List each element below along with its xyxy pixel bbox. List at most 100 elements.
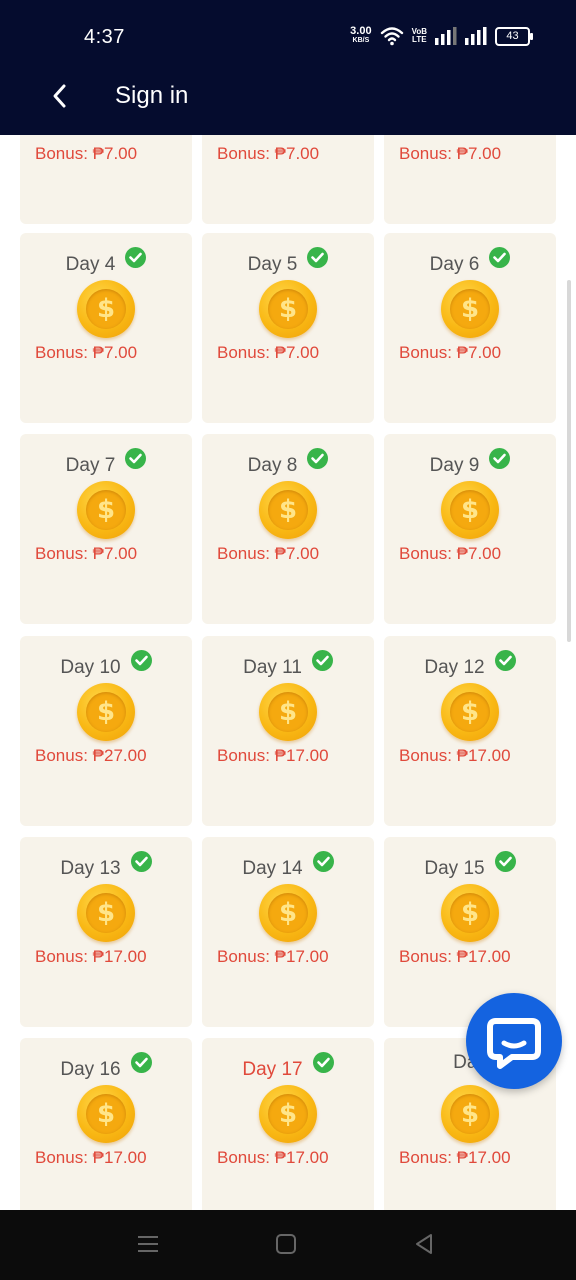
network-speed: 3.00 KB/S — [350, 26, 371, 46]
coin-icon: $ — [441, 683, 499, 741]
coin-icon: $ — [259, 683, 317, 741]
bonus-label: Bonus: ₱17.00 — [399, 746, 511, 765]
check-circle-icon — [312, 1052, 334, 1073]
day-label-row: Day 10 — [20, 650, 192, 679]
bonus-label: Bonus: ₱7.00 — [399, 343, 502, 362]
day-card[interactable]: Day 4 $ Bonus: ₱7.00 — [20, 233, 192, 423]
day-card-partial[interactable]: Bonus: ₱7.00 — [384, 135, 556, 224]
day-card[interactable]: Day 12 $ Bonus: ₱17.00 — [384, 636, 556, 826]
day-card[interactable]: Day 14 $ Bonus: ₱17.00 — [202, 837, 374, 1027]
app-header: 4:37 3.00 KB/S VoB LTE 43 Sign in — [0, 0, 576, 135]
day-label: Day 4 — [65, 254, 116, 275]
day-card[interactable]: Day 17 $ Bonus: ₱17.00 — [202, 1038, 374, 1210]
coin-icon: $ — [441, 1085, 499, 1143]
coin-symbol: $ — [86, 1094, 126, 1134]
coin-symbol: $ — [450, 1094, 490, 1134]
chat-button[interactable] — [466, 993, 562, 1089]
signal-icon-2 — [465, 27, 487, 45]
home-square-icon[interactable] — [274, 1232, 298, 1256]
day-card[interactable]: Day 11 $ Bonus: ₱17.00 — [202, 636, 374, 826]
coin-icon: $ — [77, 481, 135, 539]
system-nav-bar — [0, 1210, 576, 1280]
day-card[interactable]: Day 16 $ Bonus: ₱17.00 — [20, 1038, 192, 1210]
day-label-row: Day 12 — [384, 650, 556, 679]
day-label: Day 5 — [247, 254, 298, 275]
coin-icon: $ — [77, 884, 135, 942]
coin-symbol: $ — [86, 893, 126, 933]
day-label: Day 6 — [429, 254, 480, 275]
day-label-row: Day 7 — [20, 448, 192, 477]
bonus-label: Bonus: ₱7.00 — [217, 144, 320, 163]
volte-indicator: VoB LTE — [412, 28, 427, 44]
day-card-partial[interactable]: Bonus: ₱7.00 — [202, 135, 374, 224]
coin-icon: $ — [77, 1085, 135, 1143]
bonus-label: Bonus: ₱7.00 — [217, 544, 320, 563]
day-label-row: Day 8 — [202, 448, 374, 477]
coin-symbol: $ — [268, 893, 308, 933]
bonus-label: Bonus: ₱7.00 — [399, 144, 502, 163]
status-time: 4:37 — [84, 26, 125, 48]
check-circle-icon — [307, 247, 329, 268]
day-card-partial[interactable]: Bonus: ₱7.00 — [20, 135, 192, 224]
coin-symbol: $ — [86, 490, 126, 530]
day-card[interactable]: Day 13 $ Bonus: ₱17.00 — [20, 837, 192, 1027]
day-label: Day 7 — [65, 455, 116, 476]
coin-icon: $ — [259, 884, 317, 942]
bonus-label: Bonus: ₱7.00 — [217, 343, 320, 362]
coin-symbol: $ — [86, 289, 126, 329]
scrollbar[interactable] — [567, 280, 571, 642]
check-circle-icon — [307, 448, 329, 469]
day-label-row: Day 14 — [202, 851, 374, 880]
day-label-row: Day 16 — [20, 1052, 192, 1081]
bonus-label: Bonus: ₱17.00 — [35, 1148, 147, 1167]
volte-bottom: LTE — [412, 35, 427, 44]
coin-symbol: $ — [450, 692, 490, 732]
coin-symbol: $ — [450, 490, 490, 530]
bonus-label: Bonus: ₱7.00 — [35, 343, 138, 362]
day-label: Day 16 — [60, 1059, 121, 1080]
bonus-label: Bonus: ₱17.00 — [217, 947, 329, 966]
check-circle-icon — [125, 448, 147, 469]
network-speed-unit: KB/S — [352, 37, 370, 44]
menu-icon[interactable] — [136, 1232, 160, 1256]
coin-icon: $ — [441, 884, 499, 942]
coin-icon: $ — [441, 280, 499, 338]
check-circle-icon — [125, 247, 147, 268]
day-card[interactable]: Day 8 $ Bonus: ₱7.00 — [202, 434, 374, 624]
back-triangle-icon[interactable] — [412, 1232, 436, 1256]
coin-icon: $ — [259, 1085, 317, 1143]
coin-icon: $ — [259, 280, 317, 338]
chevron-left-icon[interactable] — [50, 82, 70, 110]
day-card[interactable]: Day 5 $ Bonus: ₱7.00 — [202, 233, 374, 423]
check-circle-icon — [130, 851, 152, 872]
signal-icon — [435, 27, 457, 45]
coin-symbol: $ — [268, 692, 308, 732]
day-label: Day 12 — [424, 657, 485, 678]
day-card[interactable]: Day 9 $ Bonus: ₱7.00 — [384, 434, 556, 624]
day-label-row: Day 5 — [202, 247, 374, 276]
coin-symbol: $ — [268, 289, 308, 329]
day-label: Day 17 — [242, 1059, 303, 1080]
day-label-row: Day 6 — [384, 247, 556, 276]
day-label: Day 14 — [242, 858, 303, 879]
coin-icon: $ — [441, 481, 499, 539]
check-circle-icon — [494, 650, 516, 671]
check-circle-icon — [489, 448, 511, 469]
day-card[interactable]: Day 10 $ Bonus: ₱27.00 — [20, 636, 192, 826]
day-label: Day 10 — [60, 657, 121, 678]
day-label: Day 11 — [243, 657, 302, 678]
day-card[interactable]: Day 6 $ Bonus: ₱7.00 — [384, 233, 556, 423]
bonus-label: Bonus: ₱17.00 — [217, 746, 329, 765]
day-label: Day 13 — [60, 858, 121, 879]
bonus-label: Bonus: ₱7.00 — [399, 544, 502, 563]
coin-icon: $ — [77, 280, 135, 338]
check-circle-icon — [489, 247, 511, 268]
day-card[interactable]: Day 7 $ Bonus: ₱7.00 — [20, 434, 192, 624]
coin-symbol: $ — [268, 1094, 308, 1134]
check-circle-icon — [312, 851, 334, 872]
chat-bubble-icon — [487, 1018, 541, 1069]
page-title: Sign in — [115, 82, 189, 109]
coin-icon: $ — [77, 683, 135, 741]
battery-indicator: 43 — [495, 26, 533, 46]
day-label-row: Day 11 — [202, 650, 374, 679]
